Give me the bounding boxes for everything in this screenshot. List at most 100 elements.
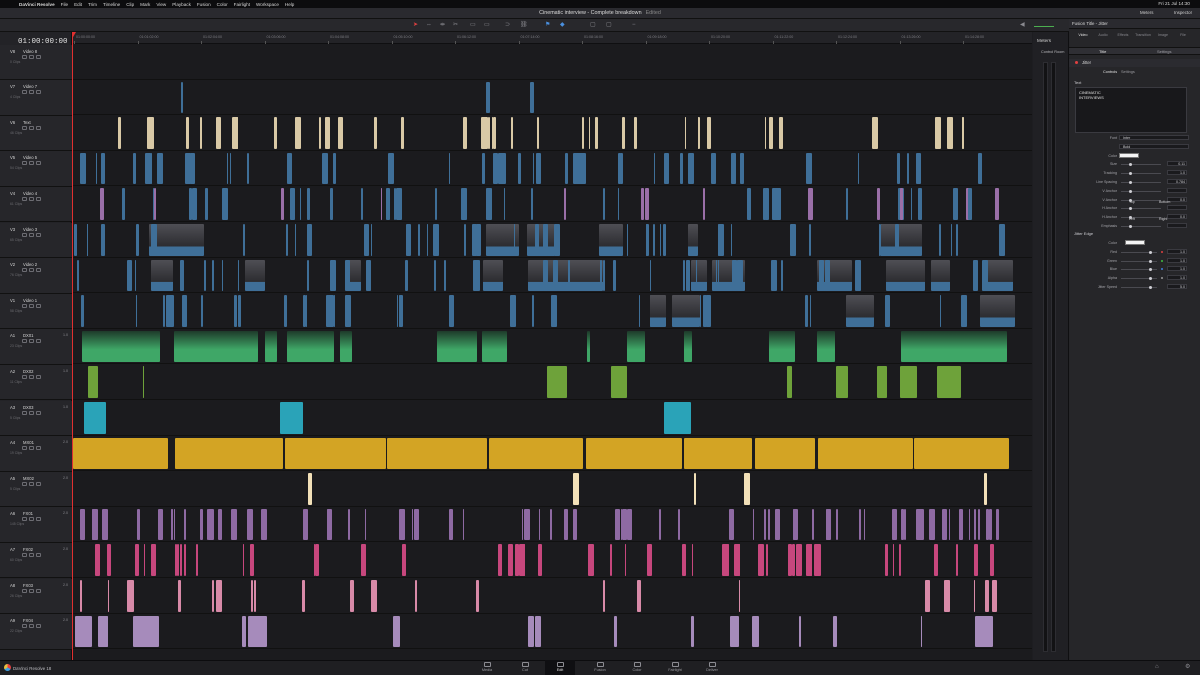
timeline-clip[interactable] [488,117,490,149]
subtab-settings[interactable]: Settings [1157,49,1171,54]
track-name[interactable]: Video 4 [23,191,37,196]
timeline-clip[interactable] [683,259,685,292]
timeline-clip[interactable] [396,188,402,220]
lock-icon[interactable] [22,232,27,237]
slider-knob[interactable] [1149,259,1152,263]
subtab-title[interactable]: Title [1099,49,1106,54]
page-deliver[interactable]: Deliver [697,660,727,675]
timeline-clip[interactable] [483,259,503,292]
timeline-clip[interactable] [227,152,228,185]
marker-icon[interactable]: ◆ [560,22,565,28]
enable-icon[interactable] [36,268,41,273]
autoselect-icon[interactable] [29,624,34,629]
timeline-clip[interactable] [181,81,183,114]
edge-color-swatch[interactable] [1125,240,1145,245]
track-name[interactable]: FX01 [23,511,33,516]
timeline-clip[interactable] [654,152,655,185]
timeline-clip[interactable] [696,259,697,292]
timeline-clip[interactable] [174,508,175,541]
menu-clip[interactable]: Clip [126,2,134,7]
enable-icon[interactable] [36,481,41,486]
lock-icon[interactable] [22,410,27,415]
timeline-clip[interactable] [88,366,98,398]
timeline-clip[interactable] [672,295,700,327]
timeline-clip[interactable] [340,330,352,363]
timeline-clip[interactable] [846,295,874,327]
timeline-clip[interactable] [615,508,620,541]
property-slider[interactable] [1121,226,1161,227]
timeline-clip[interactable] [261,508,267,541]
timeline-clip[interactable] [281,188,284,220]
jitter-edge-section-title[interactable]: Jitter Edge [1074,231,1093,236]
timeline-clip[interactable] [185,152,191,185]
timeline-clip[interactable] [388,152,394,185]
timeline-clip[interactable] [573,473,579,505]
timeline-clip[interactable] [611,366,627,398]
lane-v4[interactable] [72,186,1032,222]
timeline-clip[interactable] [168,295,174,327]
timeline-clip[interactable] [323,152,326,185]
timeline-clip[interactable] [722,544,727,576]
timeline-clip[interactable] [238,295,241,327]
lane-v3[interactable] [72,222,1032,258]
lane-v7[interactable] [72,80,1032,116]
timeline-clip[interactable] [444,259,446,292]
property-field[interactable] [1167,205,1187,211]
property-slider[interactable] [1121,217,1161,219]
lock-icon[interactable] [22,54,27,59]
autoselect-icon[interactable] [29,552,34,557]
timeline-clip[interactable] [205,188,208,220]
timeline-clip[interactable] [122,188,125,220]
autoselect-icon[interactable] [29,232,34,237]
property-slider[interactable] [1121,199,1161,201]
page-color[interactable]: Color [622,660,652,675]
timeline-clip[interactable] [334,295,335,327]
timeline-clip[interactable] [639,295,640,327]
timeline-clip[interactable] [618,188,619,220]
timeline-clip[interactable] [603,580,605,612]
timeline-clip[interactable] [691,259,707,292]
timeline-clip[interactable] [302,580,305,612]
timeline-clip[interactable] [812,508,814,541]
timeline-clip[interactable] [808,188,813,220]
autoselect-icon[interactable] [29,410,34,415]
timeline-clip[interactable] [184,544,186,576]
timeline-clip[interactable] [886,259,925,292]
timeline-clip[interactable] [650,259,651,292]
timeline-clip[interactable] [174,330,258,363]
timeline-clip[interactable] [504,188,505,220]
enable-icon[interactable] [36,517,41,522]
track-name[interactable]: FX04 [23,618,33,623]
home-icon[interactable]: ⌂ [1155,664,1159,670]
timeline-clip[interactable] [295,224,296,256]
timeline-clip[interactable] [904,508,906,541]
timeline-clip[interactable] [956,224,958,256]
timeline-clip[interactable] [201,295,203,327]
lane-a2[interactable] [72,364,1032,400]
timeline-clip[interactable] [678,508,680,541]
timeline-clip[interactable] [554,224,560,256]
timeline-clip[interactable] [885,544,888,576]
tab-transition[interactable]: Transition [1134,33,1152,37]
timeline-clip[interactable] [627,330,645,363]
timeline-clip[interactable] [204,259,206,292]
timeline-area[interactable]: 01:00:00:00 01:01:02:00 01:02:04:00 01:03:0… [72,32,1032,660]
track-name[interactable]: Text [23,120,31,125]
timeline-clip[interactable] [764,508,766,541]
timeline-clip[interactable] [330,259,336,292]
enable-icon[interactable] [36,410,41,415]
timeline-clip[interactable] [222,188,228,220]
timeline-clip[interactable] [386,188,390,220]
timeline-clip[interactable] [622,508,627,541]
track-header-v2[interactable]: V2 Video 2 76 Clips [0,258,72,294]
timeline-clip[interactable] [96,152,97,185]
timeline-clip[interactable] [716,259,717,292]
blade-tool-icon[interactable]: ✂ [453,22,458,28]
timeline-clip[interactable] [688,224,698,256]
timeline-clip[interactable] [307,224,312,256]
property-field[interactable] [1167,223,1187,228]
timeline-clip[interactable] [929,508,935,541]
timeline-clip[interactable] [280,402,299,434]
timeline-clip[interactable] [637,580,641,612]
zoom-out-icon[interactable]: − [632,22,636,28]
